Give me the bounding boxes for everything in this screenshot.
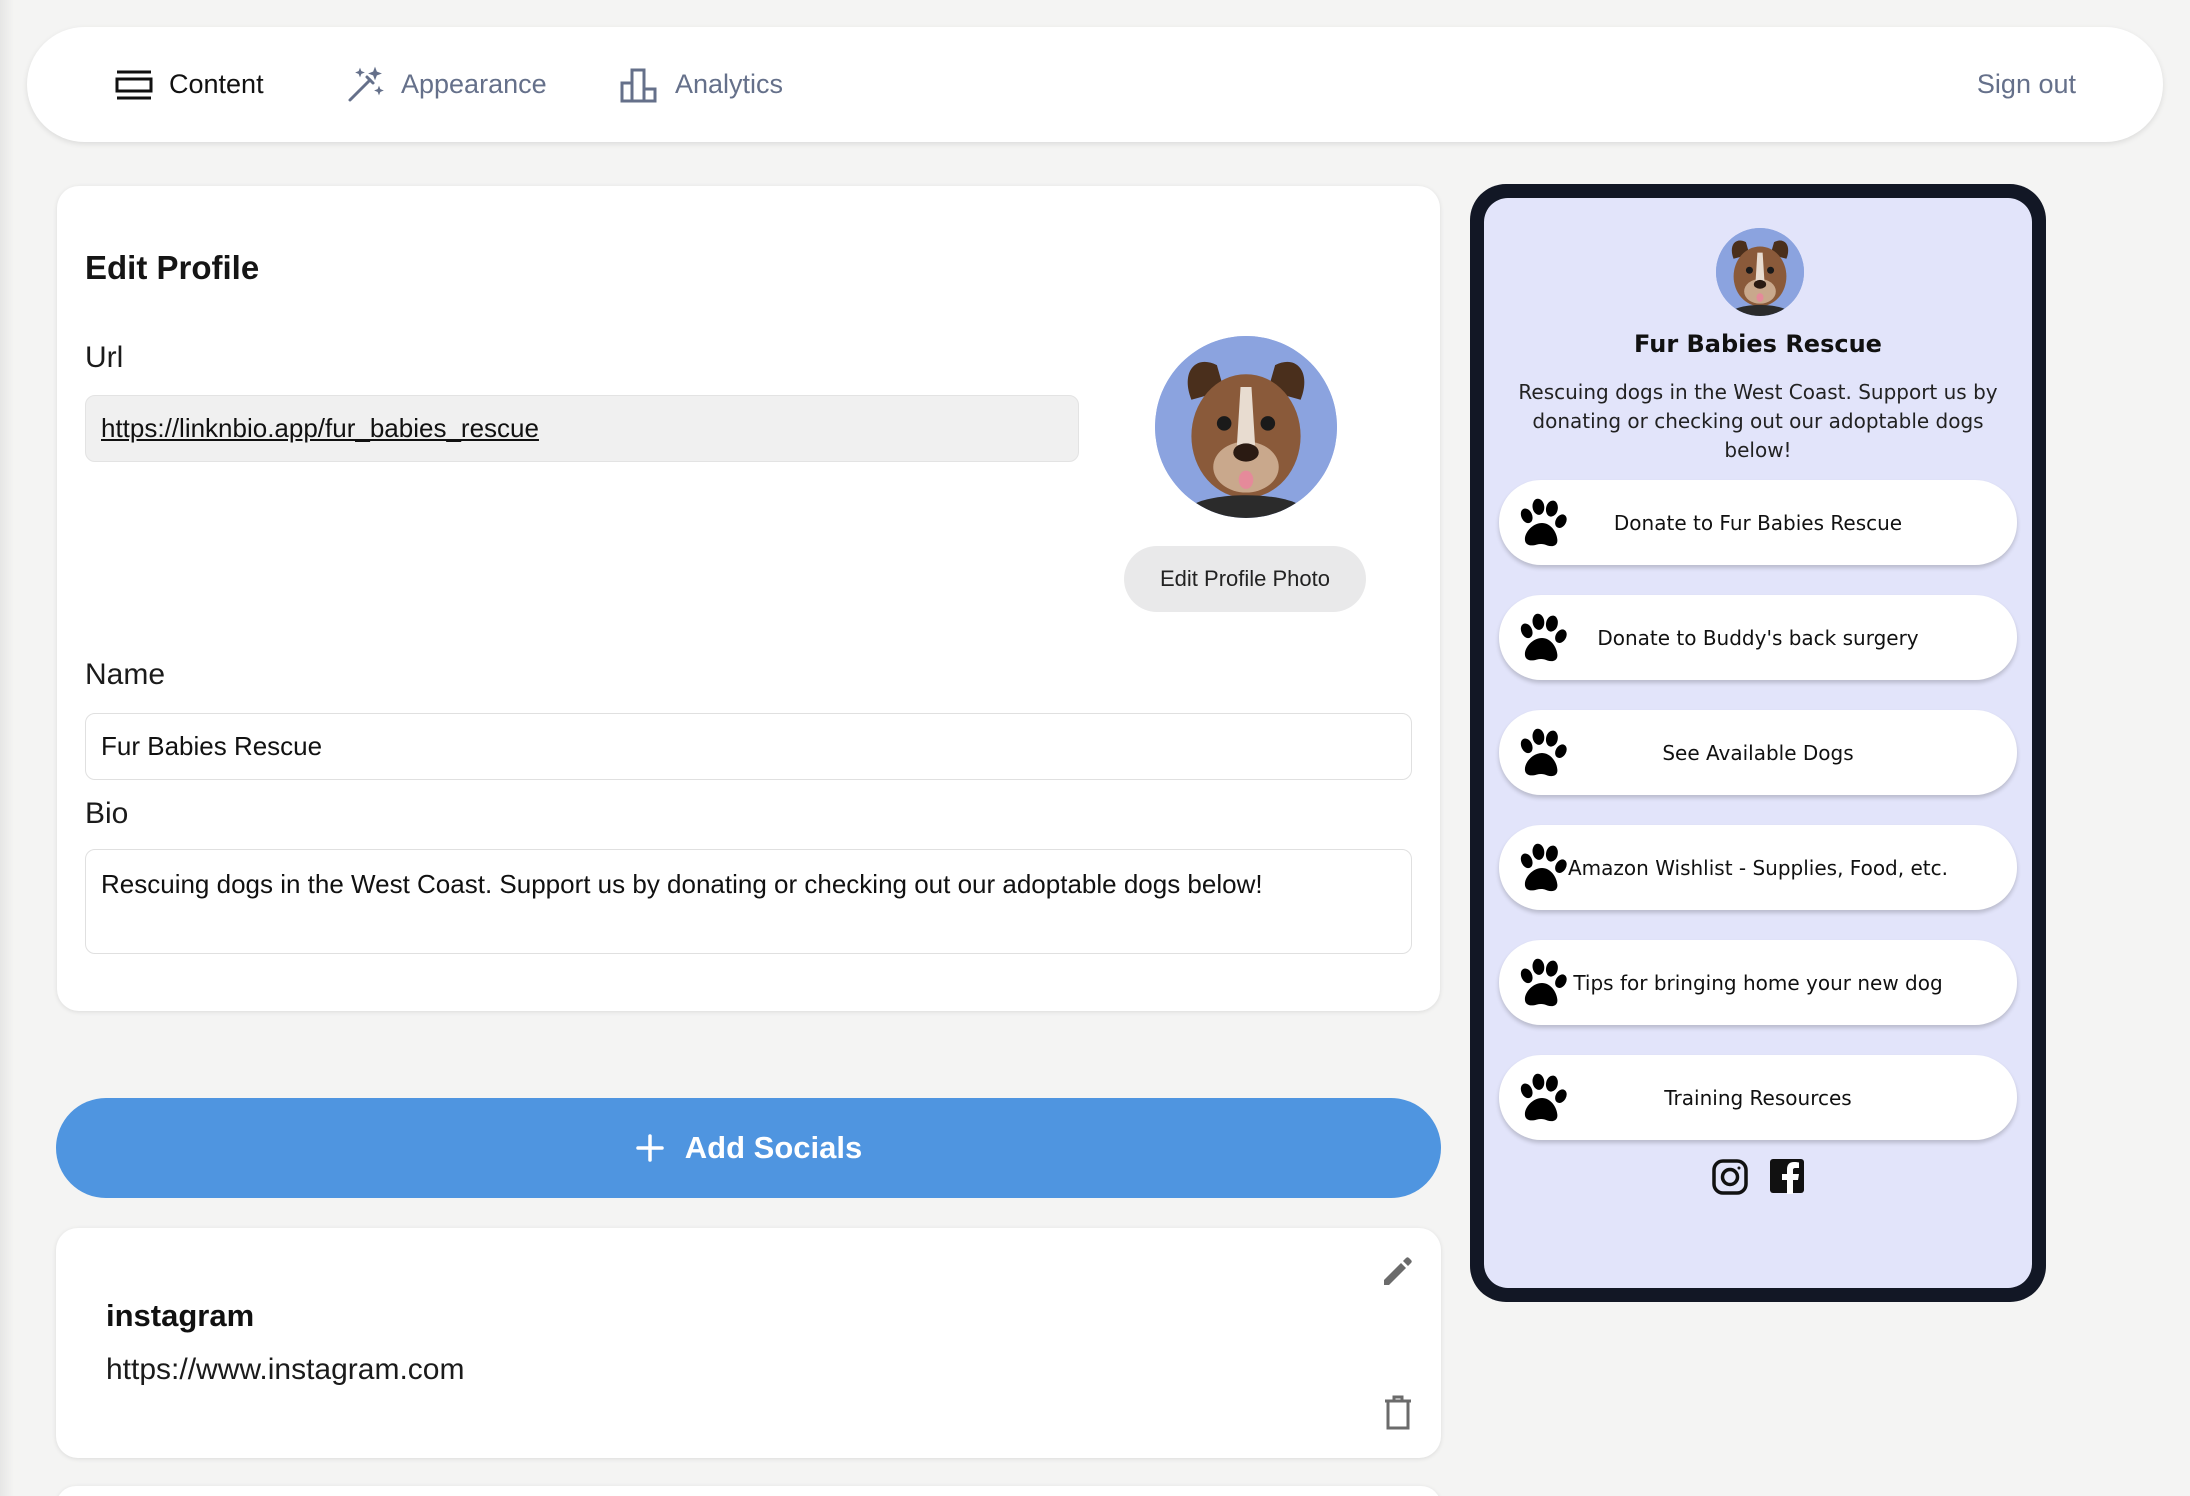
preview-social-icons [1484,1158,2032,1196]
magic-wand-icon [348,66,384,101]
bio-field[interactable]: Rescuing dogs in the West Coast. Support… [85,849,1412,954]
paw-icon [1515,1071,1569,1125]
preview-link-label: Donate to Buddy's back surgery [1597,625,1919,650]
preview-link-button[interactable]: Donate to Fur Babies Rescue [1499,480,2017,565]
bar-chart-icon [620,68,657,102]
trash-icon[interactable] [1383,1395,1413,1431]
window-edge-shadow [0,0,14,1496]
name-field[interactable]: Fur Babies Rescue [85,713,1412,780]
tab-appearance[interactable]: Appearance [345,27,547,142]
page-title: Edit Profile [85,249,260,286]
tab-appearance-label: Appearance [401,69,547,99]
tab-analytics-label: Analytics [675,69,784,99]
tab-analytics[interactable]: Analytics [619,27,783,142]
social-name: instagram [106,1298,255,1333]
preview-link-label: Tips for bringing home your new dog [1573,970,1943,995]
edit-profile-photo-button[interactable]: Edit Profile Photo [1124,546,1366,612]
facebook-icon[interactable] [1769,1158,1805,1194]
paw-icon [1515,726,1569,780]
preview-link-label: Training Resources [1664,1085,1852,1110]
plus-icon [636,1134,664,1162]
preview-link-button[interactable]: See Available Dogs [1499,710,2017,795]
profile-photo [1155,336,1337,518]
tab-content-label: Content [169,69,264,99]
next-social-card [56,1486,1441,1496]
preview-link-button[interactable]: Tips for bringing home your new dog [1499,940,2017,1025]
preview-link-label: Amazon Wishlist - Supplies, Food, etc. [1568,855,1948,880]
layout-icon [115,70,153,99]
bio-label: Bio [85,797,129,830]
paw-icon [1515,841,1569,895]
preview-bio: Rescuing dogs in the West Coast. Support… [1518,380,1998,462]
preview-link-button[interactable]: Donate to Buddy's back surgery [1499,595,2017,680]
edit-profile-card: Edit Profile Url https://linknbio.app/fu… [57,186,1440,1011]
name-label: Name [85,658,166,691]
paw-icon [1515,956,1569,1010]
instagram-icon[interactable] [1711,1158,1749,1196]
paw-icon [1515,611,1569,665]
paw-icon [1515,496,1569,550]
url-field[interactable]: https://linknbio.app/fur_babies_rescue [85,395,1079,462]
social-item-instagram: instagram https://www.instagram.com [56,1228,1441,1458]
preview-name: Fur Babies Rescue [1634,330,1882,358]
url-label: Url [85,341,124,374]
preview-link-button[interactable]: Training Resources [1499,1055,2017,1140]
preview-link-button[interactable]: Amazon Wishlist - Supplies, Food, etc. [1499,825,2017,910]
pencil-icon[interactable] [1380,1253,1416,1289]
sign-out-link[interactable]: Sign out [1977,27,2076,142]
phone-preview-frame: Fur Babies Rescue Rescuing dogs in the W… [1470,184,2046,1302]
tab-content[interactable]: Content [115,27,264,142]
preview-link-label: See Available Dogs [1662,740,1854,765]
preview-avatar [1716,228,1804,316]
preview-link-label: Donate to Fur Babies Rescue [1613,510,1903,535]
phone-preview-screen: Fur Babies Rescue Rescuing dogs in the W… [1484,198,2032,1288]
add-socials-label: Add Socials [684,1130,863,1165]
add-socials-button[interactable]: Add Socials [56,1098,1441,1198]
social-url: https://www.instagram.com [106,1353,465,1386]
top-navigation: Content Appearance Analytics Sign out [27,27,2163,142]
